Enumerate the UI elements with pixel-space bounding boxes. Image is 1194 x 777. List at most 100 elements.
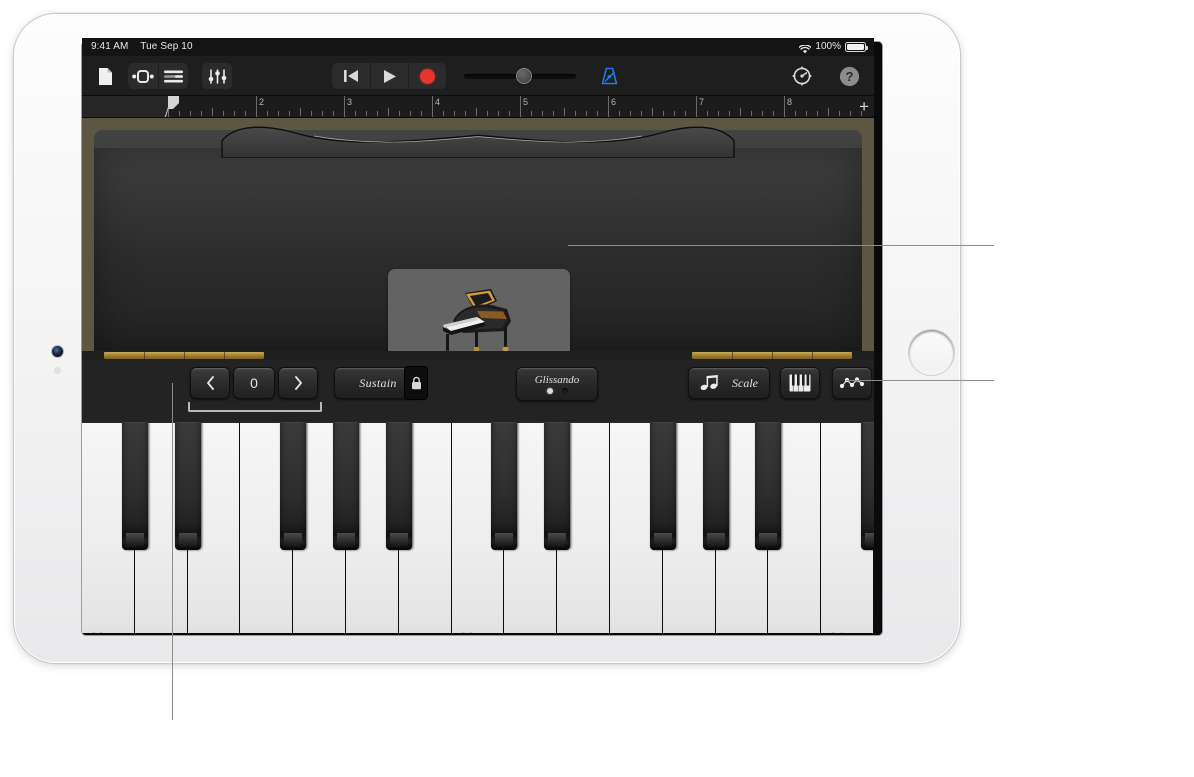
octave-up-button[interactable]: [278, 367, 318, 399]
settings-button[interactable]: [787, 63, 817, 89]
piano-black-key[interactable]: [702, 422, 729, 550]
ruler-bar-number: 7: [699, 97, 705, 107]
playhead-body: [168, 96, 179, 109]
ruler-sub-tick: [388, 108, 389, 116]
ruler-sub-tick: [245, 111, 246, 116]
piano-black-key[interactable]: [544, 422, 571, 550]
piano-keys-icon: [789, 374, 811, 392]
key-octave-label: C2: [89, 630, 104, 633]
ruler-bar-number: 2: [259, 97, 265, 107]
playhead[interactable]: [164, 96, 180, 117]
chevron-right-icon: [294, 376, 302, 390]
app-toolbar: ?: [82, 56, 874, 96]
piano-black-key[interactable]: [755, 422, 782, 550]
timeline-ruler[interactable]: 12345678 +: [82, 96, 874, 118]
ruler-sub-tick: [322, 111, 323, 116]
ruler-sub-tick: [355, 111, 356, 116]
toolbar-right-group: ?: [787, 56, 864, 96]
grand-piano-card[interactable]: Grand Piano: [388, 269, 570, 351]
ruler-sub-tick: [575, 111, 576, 116]
svg-text:?: ?: [845, 69, 853, 84]
piano-black-key[interactable]: [491, 422, 518, 550]
ruler-bar-tick: [784, 96, 785, 117]
piano-black-key[interactable]: [174, 422, 201, 550]
ruler-sub-tick: [267, 111, 268, 116]
ruler-sub-tick: [850, 111, 851, 116]
piano-black-key[interactable]: [121, 422, 148, 550]
record-icon: [420, 68, 435, 84]
octave-down-button[interactable]: [190, 367, 230, 399]
callout-instrument: [568, 245, 994, 247]
piano-black-key[interactable]: [649, 422, 676, 550]
ruler-sub-tick: [443, 111, 444, 116]
octave-value[interactable]: 0: [233, 367, 275, 399]
play-button[interactable]: [370, 63, 408, 89]
ruler-sub-tick: [212, 108, 213, 116]
glissando-mode-dots[interactable]: [546, 388, 568, 394]
ruler-sub-tick: [465, 111, 466, 116]
battery-percent: 100%: [815, 41, 841, 52]
plus-icon[interactable]: +: [859, 98, 869, 115]
status-bar: 9:41 AM Tue Sep 10 100%: [82, 38, 874, 56]
glissando-dot-1[interactable]: [546, 388, 553, 394]
help-button[interactable]: ?: [834, 63, 864, 89]
piano-black-key[interactable]: [861, 422, 874, 550]
octave-highlight-bracket: [188, 402, 322, 412]
piano-hinge-row: [82, 351, 874, 360]
slider-knob[interactable]: [517, 69, 531, 83]
scale-button[interactable]: Scale: [688, 367, 770, 399]
ruler-sub-tick: [707, 111, 708, 116]
app-screen: 9:41 AM Tue Sep 10 100% ? 2 3 4 5 6 7 8 …: [82, 38, 874, 633]
ruler-sub-tick: [729, 111, 730, 116]
rewind-button[interactable]: [332, 63, 370, 89]
transport-controls: [332, 63, 446, 89]
arpeggiator-button[interactable]: [832, 367, 872, 399]
ruler-bar-tick: [696, 96, 697, 117]
ruler-sub-tick: [333, 111, 334, 116]
key-octave-label: C3: [459, 630, 474, 633]
key-octave-label: C4: [828, 630, 843, 633]
keyboard-controls-bar: 0 Sustain Glissando Scale: [82, 360, 874, 422]
ruler-sub-tick: [828, 108, 829, 116]
octave-stepper: 0: [190, 367, 318, 399]
eighth-notes-icon: [700, 375, 718, 391]
metronome-button[interactable]: [594, 63, 624, 89]
status-time: 9:41 AM: [91, 41, 129, 52]
record-button[interactable]: [408, 63, 446, 89]
ruler-bar-number: 4: [435, 97, 441, 107]
ruler-sub-tick: [498, 111, 499, 116]
glissando-dot-2[interactable]: [561, 388, 568, 394]
ruler-sub-tick: [773, 111, 774, 116]
piano-keyboard[interactable]: C2 C3 C4: [82, 422, 874, 633]
sustain-lock-button[interactable]: [404, 366, 428, 400]
status-bar-right: 100%: [799, 38, 868, 56]
ruler-sub-tick: [663, 111, 664, 116]
hinge-left: [104, 352, 264, 359]
ruler-sub-tick: [201, 111, 202, 116]
ruler-sub-tick: [234, 111, 235, 116]
arpeggiator-icon: [840, 377, 864, 389]
ruler-bar-tick: [256, 96, 257, 117]
ruler-bar-tick: [432, 96, 433, 117]
piano-black-key[interactable]: [280, 422, 307, 550]
ruler-sub-tick: [652, 108, 653, 116]
glissando-button[interactable]: Glissando: [516, 367, 598, 401]
glissando-label: Glissando: [534, 374, 580, 386]
piano-black-key[interactable]: [385, 422, 412, 550]
piano-lid-area: Grand Piano: [82, 118, 874, 351]
keyboard-size-button[interactable]: [780, 367, 820, 399]
master-volume-slider[interactable]: [464, 63, 576, 89]
ruler-sub-tick: [454, 111, 455, 116]
ruler-sub-tick: [487, 111, 488, 116]
scale-label: Scale: [732, 375, 758, 390]
ruler-bar-tick: [520, 96, 521, 117]
ruler-sub-tick: [399, 111, 400, 116]
callout-octave: [172, 383, 174, 720]
home-button[interactable]: [909, 330, 954, 375]
front-camera-icon: [52, 346, 63, 357]
ruler-sub-tick: [553, 111, 554, 116]
ruler-sub-tick: [641, 111, 642, 116]
piano-black-key[interactable]: [333, 422, 359, 550]
battery-full-icon: [845, 42, 868, 52]
ruler-sub-tick: [300, 108, 301, 116]
